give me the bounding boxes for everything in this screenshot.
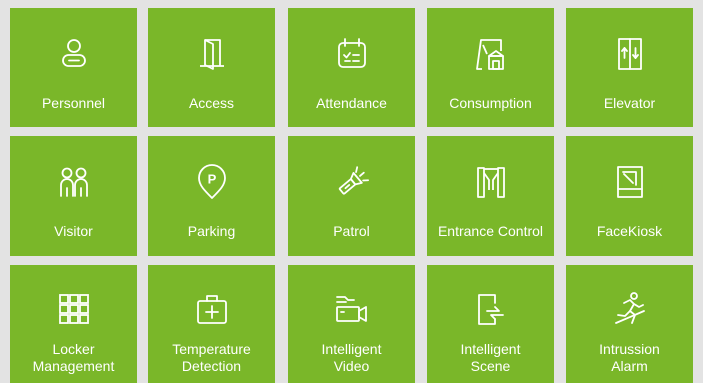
tile-temperature-detection[interactable]: Temperature Detection [148, 265, 275, 383]
tile-label: Attendance [316, 95, 387, 111]
tile-access[interactable]: Access [148, 8, 275, 127]
flashlight-icon [334, 164, 370, 200]
tile-intelligent-scene[interactable]: Intelligent Scene [427, 265, 554, 383]
tile-intelligent-video[interactable]: Intelligent Video [288, 265, 415, 383]
scene-icon [473, 291, 509, 327]
tile-consumption[interactable]: Consumption [427, 8, 554, 127]
tile-attendance[interactable]: Attendance [288, 8, 415, 127]
tile-elevator[interactable]: Elevator [566, 8, 693, 127]
tile-label: Elevator [603, 95, 656, 111]
tile-label: Intelligent Scene [460, 341, 521, 374]
parking-pin-icon: P [194, 164, 230, 200]
medical-kit-icon [194, 291, 230, 327]
tile-label: Intrussion Alarm [599, 341, 660, 374]
video-camera-icon [334, 291, 370, 327]
tile-personnel[interactable]: Personnel [10, 8, 137, 127]
door-icon [194, 36, 230, 72]
tile-parking[interactable]: P Parking [148, 136, 275, 256]
kiosk-icon [612, 164, 648, 200]
tile-intrusion-alarm[interactable]: Intrussion Alarm [566, 265, 693, 383]
elevator-icon [612, 36, 648, 72]
visitors-icon [56, 164, 92, 200]
tile-label: FaceKiosk [596, 223, 663, 239]
module-grid: Personnel Access Attendance Consumption … [0, 0, 703, 383]
intruder-icon [612, 291, 648, 327]
locker-grid-icon [56, 291, 92, 327]
turnstile-icon [473, 164, 509, 200]
tile-label: Patrol [333, 223, 370, 239]
tile-label: Temperature Detection [172, 341, 251, 374]
tile-label: Personnel [41, 95, 106, 111]
calendar-check-icon [334, 36, 370, 72]
tile-label: Intelligent Video [321, 341, 382, 374]
store-icon [473, 36, 509, 72]
tile-visitor[interactable]: Visitor [10, 136, 137, 256]
tile-label: Consumption [449, 95, 532, 111]
tile-facekiosk[interactable]: FaceKiosk [566, 136, 693, 256]
tile-label: Visitor [54, 223, 93, 239]
tile-label: Locker Management [32, 341, 115, 374]
tile-patrol[interactable]: Patrol [288, 136, 415, 256]
person-icon [56, 36, 92, 72]
tile-locker-management[interactable]: Locker Management [10, 265, 137, 383]
tile-label: Entrance Control [437, 223, 544, 239]
tile-label: Parking [187, 223, 236, 239]
svg-text:P: P [207, 172, 216, 187]
tile-label: Access [188, 95, 235, 111]
tile-entrance-control[interactable]: Entrance Control [427, 136, 554, 256]
